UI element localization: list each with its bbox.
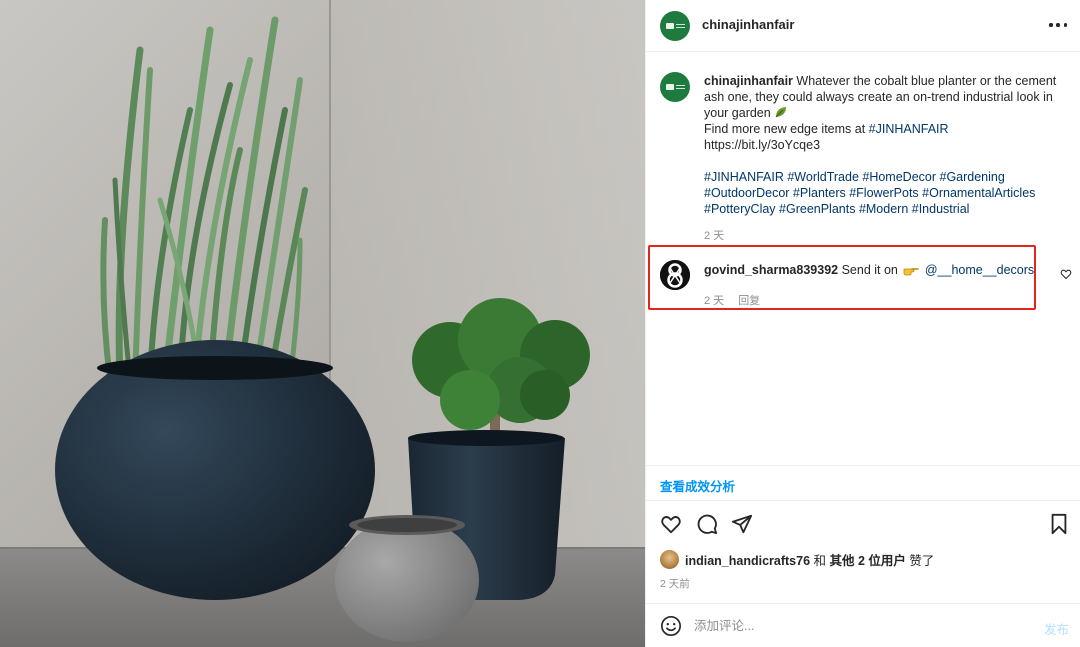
caption-timestamp: 2 天 bbox=[704, 230, 725, 242]
pointing-hand-emoji-icon bbox=[903, 268, 920, 276]
leaf-emoji-icon bbox=[775, 107, 787, 118]
comment-meta: 2 天 回复 bbox=[704, 292, 774, 308]
share-paper-plane-icon[interactable] bbox=[731, 513, 753, 535]
caption-avatar[interactable] bbox=[660, 72, 690, 102]
hashtag-link[interactable]: #JINHANFAIR bbox=[869, 122, 949, 136]
likes-liked: 赞了 bbox=[905, 553, 935, 568]
post-timestamp: 2 天前 bbox=[660, 578, 690, 590]
account-avatar[interactable] bbox=[660, 11, 690, 41]
comment-input[interactable] bbox=[694, 614, 1014, 638]
liker-username[interactable]: indian_handicrafts76 bbox=[685, 554, 810, 568]
likes-summary: indian_handicrafts76 和 其他 2 位用户 赞了 bbox=[660, 549, 934, 569]
bookmark-icon[interactable] bbox=[1048, 513, 1070, 535]
comment-text: govind_sharma839392 Send it on @__home__… bbox=[704, 263, 1034, 277]
find-more-text: Find more new edge items at bbox=[704, 122, 869, 136]
liker-avatar[interactable] bbox=[660, 549, 679, 569]
smiley-icon[interactable] bbox=[660, 615, 682, 637]
comment-body: Send it on bbox=[841, 263, 898, 277]
post-header: chinajinhanfair bbox=[646, 0, 1080, 52]
caption-username[interactable]: chinajinhanfair bbox=[704, 74, 793, 88]
comment-mention[interactable]: @__home__decors bbox=[925, 263, 1034, 277]
hashtags-line[interactable]: #OutdoorDecor #Planters #FlowerPots #Orn… bbox=[704, 186, 1035, 200]
likes-conjunction: 和 bbox=[810, 553, 830, 568]
insights-row: 查看成效分析 bbox=[646, 465, 1080, 501]
post-comment-button[interactable]: 发布 bbox=[1044, 619, 1069, 638]
view-insights-link[interactable]: 查看成效分析 bbox=[660, 476, 735, 495]
more-horizontal-icon[interactable] bbox=[1049, 17, 1067, 33]
hashtags-line[interactable]: #PotteryClay #GreenPlants #Modern #Indus… bbox=[704, 202, 969, 216]
caption-url: https://bit.ly/3oYcqe3 bbox=[704, 138, 821, 152]
comment-icon[interactable] bbox=[696, 513, 718, 535]
likes-others-link[interactable]: 其他 2 位用户 bbox=[830, 554, 906, 568]
comment-input-bar: 发布 bbox=[646, 603, 1080, 647]
likes-text: indian_handicrafts76 和 其他 2 位用户 赞了 bbox=[685, 550, 934, 569]
hashtags-line[interactable]: #JINHANFAIR #WorldTrade #HomeDecor #Gard… bbox=[704, 170, 1005, 184]
reply-button[interactable]: 回复 bbox=[738, 295, 760, 307]
caption-text: chinajinhanfair Whatever the cobalt blue… bbox=[704, 73, 1074, 217]
heart-icon[interactable] bbox=[660, 513, 682, 535]
commenter-avatar[interactable] bbox=[660, 260, 690, 290]
post-photo bbox=[0, 0, 645, 647]
comment-timestamp: 2 天 bbox=[704, 295, 725, 307]
account-username[interactable]: chinajinhanfair bbox=[702, 17, 794, 32]
post-detail-panel: chinajinhanfair chinajinhanfair Whatever… bbox=[645, 0, 1080, 647]
commenter-username[interactable]: govind_sharma839392 bbox=[704, 263, 838, 277]
comment-like-heart-icon[interactable] bbox=[1060, 268, 1072, 280]
